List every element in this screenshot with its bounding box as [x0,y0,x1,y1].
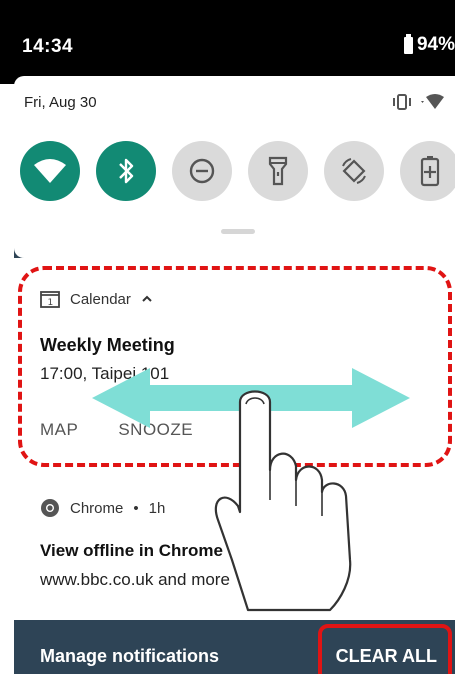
do-not-disturb-icon [189,158,215,184]
notification-header: Chrome • 1h [40,498,165,518]
notification-body: 17:00, Taipei 101 [40,364,170,383]
clear-all-button[interactable]: CLEAR ALL [336,646,437,667]
notification-actions: MAP SNOOZE [40,420,193,440]
notification-title: Weekly Meeting [40,335,175,355]
chrome-icon [41,499,59,517]
status-time: 14:34 [22,36,74,57]
calendar-notification[interactable]: 1 Calendar Weekly Meeting 17:00, Taipei … [14,258,455,476]
app-name: Chrome [70,499,124,517]
auto-rotate-tile[interactable] [324,141,384,201]
separator-dot: • [133,499,139,517]
notification-title: View offline in Chrome [40,541,223,560]
notification-shade: 14:34 94% Fri, Aug 30 1 Calendar Weekly … [0,0,455,674]
flashlight-icon [268,156,288,186]
wifi-tile[interactable] [20,141,80,201]
battery-saver-tile[interactable] [400,141,455,201]
map-button[interactable]: MAP [40,420,78,440]
snooze-button[interactable]: SNOOZE [118,420,193,440]
bluetooth-icon [119,158,134,184]
status-bar: 14:34 94% [0,0,455,84]
qs-date: Fri, Aug 30 [24,94,97,111]
do-not-disturb-tile[interactable] [172,141,232,201]
vibrate-icon [393,94,411,110]
qs-status-icons [391,94,445,110]
notification-footer: Manage notifications CLEAR ALL [14,620,455,674]
chrome-notification[interactable]: Chrome • 1h View offline in Chrome www.b… [14,476,455,620]
qs-tiles [20,141,455,201]
battery-saver-icon [420,156,440,187]
bluetooth-tile[interactable] [96,141,156,201]
status-right: 94% [403,33,455,56]
svg-text:1: 1 [48,298,54,308]
notification-time: 1h [148,499,166,517]
notification-header: 1 Calendar [40,290,153,308]
auto-rotate-icon [342,158,366,184]
notification-body: www.bbc.co.uk and more [40,570,230,589]
manage-notifications-button[interactable]: Manage notifications [40,646,219,667]
battery-percent: 94% [416,34,455,55]
expand-chevron-icon[interactable] [141,294,153,304]
battery-icon [403,33,413,54]
quick-settings-panel[interactable]: Fri, Aug 30 [14,76,455,258]
app-name: Calendar [70,290,131,308]
calendar-icon: 1 [40,291,60,308]
flashlight-tile[interactable] [248,141,308,201]
wifi-signal-icon [421,94,444,109]
wifi-icon [34,159,66,183]
qs-drag-handle[interactable] [221,229,255,234]
